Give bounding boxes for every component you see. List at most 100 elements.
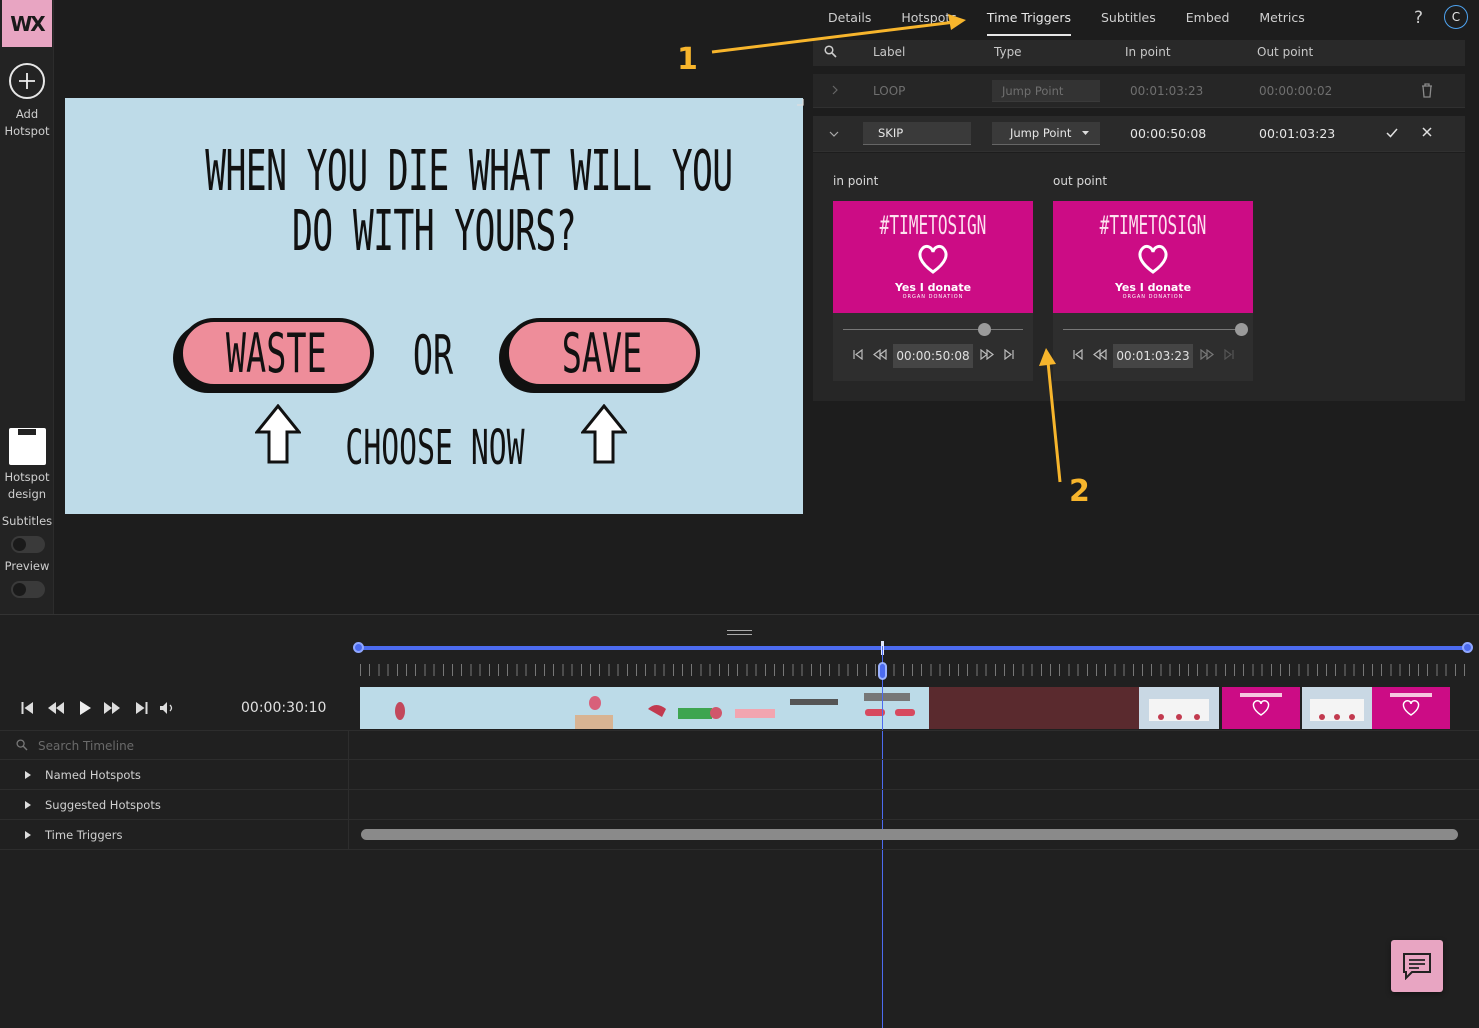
- range-start-handle[interactable]: [353, 642, 364, 653]
- toggle-knob: [13, 538, 26, 551]
- resize-corner-icon[interactable]: [796, 98, 804, 106]
- trigger-row[interactable]: LOOP Jump Point 00:01:03:23 00:00:00:02: [813, 74, 1465, 108]
- rewind-icon[interactable]: [47, 701, 65, 715]
- trigger-label-input[interactable]: SKIP: [863, 122, 971, 145]
- out-point-timecode[interactable]: 00:01:03:23: [1113, 344, 1193, 368]
- out-point-slider-knob[interactable]: [1235, 323, 1248, 336]
- range-end-handle[interactable]: [1462, 642, 1473, 653]
- timeline-group-row[interactable]: Named Hotspots: [0, 760, 1479, 790]
- timeline-ruler[interactable]: [360, 664, 1470, 676]
- subtitles-toggle[interactable]: [11, 536, 45, 553]
- trigger-row-editing[interactable]: SKIP Jump Point 00:00:50:08 00:01:03:23: [813, 116, 1465, 152]
- annotation-number-2: 2: [1069, 474, 1090, 509]
- step-back-icon[interactable]: [1093, 349, 1107, 360]
- tab-time-triggers[interactable]: Time Triggers: [986, 0, 1071, 36]
- out-point-slider-track[interactable]: [1063, 329, 1243, 330]
- timeline-group-row[interactable]: Suggested Hotspots: [0, 790, 1479, 820]
- filmstrip-segment: [929, 687, 1139, 729]
- trash-icon[interactable]: [1421, 83, 1433, 98]
- time-trigger-bar[interactable]: [361, 829, 1458, 840]
- toggle-knob: [13, 583, 26, 596]
- or-text: OR: [412, 324, 454, 387]
- playhead-handle[interactable]: [878, 662, 887, 680]
- filmstrip-frames: [395, 693, 915, 729]
- in-point-slider-track[interactable]: [843, 329, 1023, 330]
- heart-icon: [918, 244, 948, 274]
- tab-metrics[interactable]: Metrics: [1259, 0, 1304, 36]
- trigger-type-select[interactable]: Jump Point: [992, 122, 1100, 145]
- hotspot-design-label: Hotspot: [4, 470, 50, 484]
- in-point-slider-knob[interactable]: [978, 323, 991, 336]
- chat-icon: [1403, 953, 1431, 980]
- skip-end-icon[interactable]: [135, 701, 148, 715]
- video-title-line-1: WHEN YOU DIE WHAT WILL YOU: [205, 139, 733, 204]
- volume-icon[interactable]: [159, 701, 177, 715]
- skip-start-icon[interactable]: [853, 349, 863, 360]
- timeline-group-header[interactable]: Named Hotspots: [0, 760, 349, 790]
- step-back-icon[interactable]: [873, 349, 887, 360]
- step-forward-icon[interactable]: [980, 349, 994, 360]
- skip-start-icon[interactable]: [1073, 349, 1083, 360]
- thumbnail-org-text: ORGAN DONATION: [1122, 294, 1184, 300]
- play-icon[interactable]: [79, 700, 92, 716]
- save-choice-button[interactable]: SAVE: [505, 318, 700, 388]
- trigger-detail-panel: in point out point #TIMETOSIGN Yes I don…: [813, 153, 1465, 401]
- caret-right-icon[interactable]: [25, 831, 31, 839]
- filmstrip-segment: [1139, 687, 1219, 729]
- caret-right-icon[interactable]: [25, 801, 31, 809]
- fast-forward-icon[interactable]: [103, 701, 121, 715]
- out-point-controls: 00:01:03:23: [1053, 344, 1253, 368]
- trigger-in-point: 00:00:50:08: [1130, 126, 1207, 141]
- preview-label: Preview: [4, 559, 50, 573]
- skip-end-icon[interactable]: [1224, 349, 1234, 360]
- filmstrip-segment: [1372, 687, 1450, 729]
- timeline-search-row: [0, 730, 1479, 761]
- design-preview-chip: [18, 429, 36, 435]
- arrow-up-icon: [581, 404, 627, 464]
- timeline-group-time-triggers: Time Triggers: [45, 828, 123, 842]
- in-point-label: in point: [833, 174, 879, 188]
- hotspot-design-thumbnail[interactable]: [9, 428, 46, 465]
- tab-subtitles[interactable]: Subtitles: [1101, 0, 1156, 36]
- out-point-preview: #TIMETOSIGN Yes I donate ORGAN DONATION …: [1053, 201, 1253, 381]
- help-button[interactable]: ?: [1414, 8, 1423, 28]
- chevron-down-icon[interactable]: [829, 130, 839, 138]
- chat-button[interactable]: [1391, 940, 1443, 992]
- timeline-search-input[interactable]: [38, 737, 338, 755]
- tab-embed[interactable]: Embed: [1186, 0, 1230, 36]
- timeline-group-header[interactable]: Time Triggers: [0, 820, 349, 850]
- out-point-thumbnail: #TIMETOSIGN Yes I donate ORGAN DONATION: [1053, 201, 1253, 313]
- video-canvas[interactable]: WHEN YOU DIE WHAT WILL YOU DO WITH YOURS…: [65, 98, 803, 514]
- timeline-range-bar[interactable]: [359, 646, 1468, 650]
- timeline-group-header[interactable]: Suggested Hotspots: [0, 790, 349, 820]
- skip-start-icon[interactable]: [21, 701, 34, 715]
- close-icon[interactable]: [1422, 127, 1432, 137]
- preview-toggle[interactable]: [11, 581, 45, 598]
- caret-right-icon[interactable]: [25, 771, 31, 779]
- transport-controls: [18, 698, 188, 720]
- subtitles-label: Subtitles: [1, 514, 53, 528]
- check-icon[interactable]: [1386, 128, 1398, 138]
- filmstrip-segment: [360, 687, 929, 729]
- in-point-timecode[interactable]: 00:00:50:08: [893, 344, 973, 368]
- thumbnail-hashtag: #TIMETOSIGN: [879, 211, 987, 241]
- timeline-filmstrip[interactable]: [360, 687, 1450, 729]
- column-out-point: Out point: [1257, 45, 1314, 59]
- chevron-right-icon[interactable]: [831, 85, 839, 95]
- skip-end-icon[interactable]: [1004, 349, 1014, 360]
- waste-choice-button[interactable]: WASTE: [179, 318, 374, 388]
- trigger-in-point: 00:01:03:23: [1130, 84, 1204, 98]
- filmstrip-frames: [1149, 699, 1209, 721]
- step-forward-icon[interactable]: [1200, 349, 1214, 360]
- trigger-out-point: 00:00:00:02: [1259, 84, 1333, 98]
- add-hotspot-button[interactable]: [9, 63, 45, 99]
- filmstrip-frames: [1310, 699, 1364, 721]
- timeline-group-suggested-hotspots: Suggested Hotspots: [45, 798, 161, 812]
- in-point-thumbnail: #TIMETOSIGN Yes I donate ORGAN DONATION: [833, 201, 1033, 313]
- video-title: WHEN YOU DIE WHAT WILL YOU DO WITH YOURS…: [65, 142, 803, 262]
- trigger-label: LOOP: [873, 84, 906, 98]
- app-logo[interactable]: WX: [2, 0, 52, 47]
- user-avatar[interactable]: C: [1444, 5, 1468, 29]
- add-hotspot-label-2: Hotspot: [4, 124, 50, 138]
- panel-resize-handle[interactable]: [727, 630, 752, 635]
